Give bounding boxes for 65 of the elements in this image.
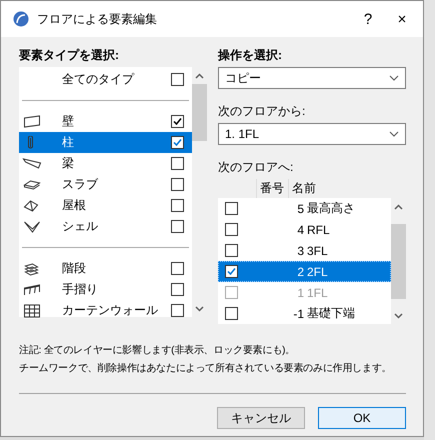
- floor-number: -1: [292, 306, 305, 320]
- operation-dropdown[interactable]: コピー: [218, 67, 406, 89]
- element-type-item[interactable]: スラブ: [19, 174, 192, 195]
- checkbox[interactable]: [225, 202, 238, 215]
- floor-name: 基礎下端: [307, 305, 355, 322]
- scroll-thumb[interactable]: [192, 84, 207, 141]
- element-type-item[interactable]: 手摺り: [19, 279, 192, 300]
- floor-number: 5: [296, 202, 305, 216]
- checkbox[interactable]: [171, 262, 184, 275]
- element-type-icon: [28, 136, 34, 150]
- floor-row[interactable]: 5 最高高さ: [218, 198, 391, 219]
- element-type-item[interactable]: 柱: [19, 132, 192, 153]
- floor-number: 1: [296, 286, 305, 300]
- checkbox[interactable]: [225, 307, 238, 320]
- element-type-icon: [22, 178, 42, 192]
- element-type-icon: [22, 304, 42, 318]
- element-type-item[interactable]: カーテンウォール: [19, 300, 192, 321]
- checkbox[interactable]: [171, 283, 184, 296]
- element-type-item[interactable]: 全てのタイプ: [19, 69, 192, 90]
- floor-name: 最高高さ: [307, 200, 355, 217]
- checkbox[interactable]: [171, 73, 184, 86]
- element-type-item[interactable]: 屋根: [19, 195, 192, 216]
- checkbox[interactable]: [225, 244, 238, 257]
- checkbox[interactable]: [171, 115, 184, 128]
- element-type-item[interactable]: 梁: [19, 153, 192, 174]
- checkbox[interactable]: [225, 223, 238, 236]
- element-type-item[interactable]: シェル: [19, 216, 192, 237]
- element-type-item[interactable]: 階段: [19, 258, 192, 279]
- checkbox[interactable]: [171, 178, 184, 191]
- section-label: 次のフロアへ:: [218, 158, 294, 176]
- floor-row[interactable]: 4 RFL: [218, 219, 391, 240]
- checkbox[interactable]: [171, 220, 184, 233]
- cancel-button[interactable]: キャンセル: [217, 407, 305, 429]
- checkbox[interactable]: [171, 136, 184, 149]
- floor-dropdown[interactable]: 1. 1FL: [218, 123, 406, 145]
- ok-button[interactable]: OK: [318, 407, 406, 429]
- floor-name: 2FL: [307, 264, 328, 278]
- window-title: フロアによる要素編集: [37, 10, 158, 28]
- checkbox[interactable]: [171, 157, 184, 170]
- help-button[interactable]: ?: [355, 10, 381, 28]
- floor-number: 3: [296, 244, 305, 258]
- floor-row[interactable]: -1 基礎下端: [218, 303, 391, 324]
- floor-name: 3FL: [307, 244, 328, 258]
- checkbox[interactable]: [171, 199, 184, 212]
- floor-number: 2: [296, 264, 305, 278]
- close-button[interactable]: ×: [389, 10, 415, 28]
- element-type-icon: [22, 282, 42, 296]
- element-type-icon: [22, 156, 42, 170]
- floor-name: RFL: [307, 222, 330, 236]
- section-label: 操作を選択:: [218, 46, 283, 64]
- floor-number: 4: [296, 222, 305, 236]
- floor-name: 1FL: [307, 286, 328, 300]
- section-label: 次のフロアから:: [218, 102, 306, 120]
- note-text: 注記: 全てのレイヤーに影響します(非表示、ロック要素にも)。: [19, 344, 296, 357]
- element-type-icon: [22, 114, 42, 128]
- floor-row[interactable]: 3 3FL: [218, 240, 391, 261]
- element-type-item[interactable]: 壁: [19, 111, 192, 132]
- checkbox[interactable]: [225, 265, 238, 278]
- floor-row[interactable]: 2 2FL: [218, 261, 391, 282]
- section-label: 要素タイプを選択:: [19, 46, 120, 64]
- element-type-icon: [22, 220, 42, 234]
- checkbox[interactable]: [171, 304, 184, 317]
- app-icon: [13, 11, 29, 27]
- note-text: チームワークで、削除操作はあなたによって所有されている要素のみに作用します。: [19, 362, 392, 375]
- scroll-thumb[interactable]: [391, 224, 406, 299]
